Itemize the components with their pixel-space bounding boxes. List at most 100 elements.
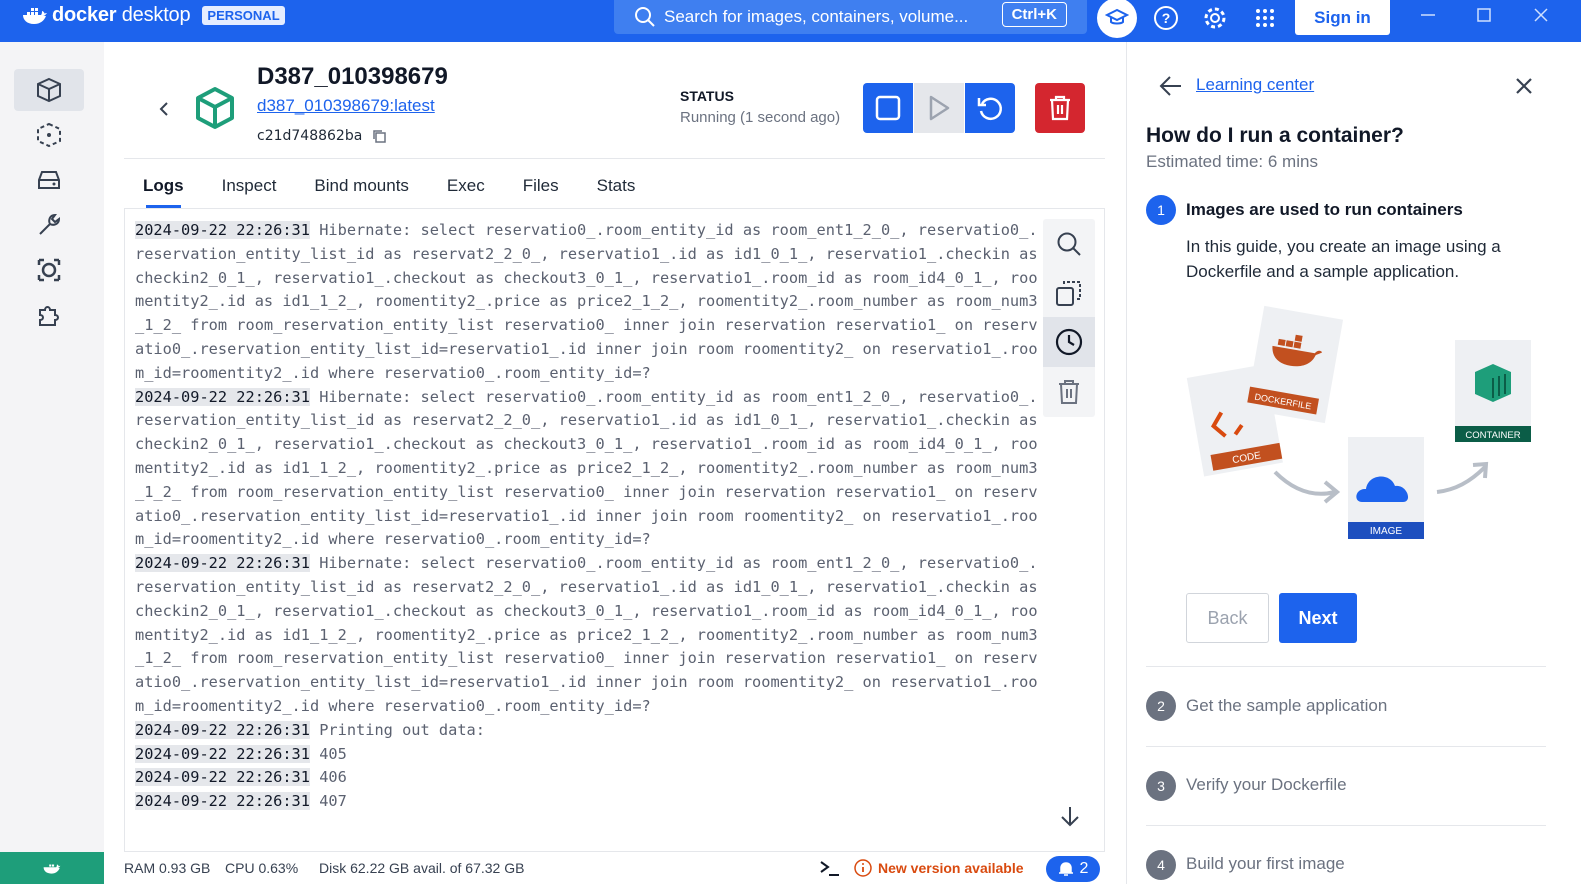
docker-scout-icon xyxy=(37,258,61,282)
copy-icon xyxy=(1056,281,1081,306)
close-icon[interactable] xyxy=(1514,76,1534,96)
log-timestamp: 2024-09-22 22:26:31 xyxy=(135,554,310,573)
status-value: Running (1 second ago) xyxy=(680,109,841,126)
tab-inspect[interactable]: Inspect xyxy=(203,168,296,208)
update-text: New version available xyxy=(878,860,1024,876)
ram-usage: RAM 0.93 GB xyxy=(124,860,211,876)
update-available-link[interactable]: New version available xyxy=(854,859,1024,877)
sidebar xyxy=(0,42,104,884)
tab-files[interactable]: Files xyxy=(504,168,578,208)
step-number: 2 xyxy=(1146,691,1176,721)
sidebar-item-dev-environments[interactable] xyxy=(14,204,84,246)
log-message: 405 xyxy=(309,744,347,763)
logs-panel[interactable]: 2024-09-22 22:26:31 Hibernate: select re… xyxy=(124,208,1105,852)
close-icon xyxy=(1534,8,1548,22)
search-icon xyxy=(635,7,655,27)
log-line: 2024-09-22 22:26:31 405 xyxy=(135,743,1039,767)
step-title[interactable]: Get the sample application xyxy=(1186,696,1387,716)
log-line: 2024-09-22 22:26:31 407 xyxy=(135,790,1039,814)
learning-center-panel: Learning center How do I run a container… xyxy=(1126,42,1581,884)
step-number: 3 xyxy=(1146,771,1176,801)
docker-whale-icon xyxy=(43,864,61,874)
back-button[interactable] xyxy=(150,95,178,123)
tab-exec[interactable]: Exec xyxy=(428,168,504,208)
step-description: In this guide, you create an image using… xyxy=(1186,237,1501,281)
docker-whale-icon xyxy=(23,7,47,24)
minimize-button[interactable] xyxy=(1408,0,1448,30)
sidebar-item-extensions[interactable] xyxy=(14,294,84,336)
status-label: STATUS xyxy=(680,88,734,104)
help-icon: ? xyxy=(1154,6,1178,30)
close-window-button[interactable] xyxy=(1521,0,1561,30)
divider xyxy=(1146,666,1546,667)
log-message: 407 xyxy=(309,792,347,811)
engine-status-indicator[interactable] xyxy=(0,852,104,884)
search-shortcut: Ctrl+K xyxy=(1001,2,1067,27)
docker-desktop-logo: docker desktop PERSONAL xyxy=(22,4,285,27)
sidebar-item-containers[interactable] xyxy=(14,69,84,111)
stop-button[interactable] xyxy=(863,83,913,133)
learning-center-button[interactable] xyxy=(1097,0,1137,38)
trash-icon xyxy=(1059,380,1079,404)
step-title-active: Images are used to run containers xyxy=(1186,200,1463,219)
puzzle-piece-icon xyxy=(39,306,59,326)
minimize-icon xyxy=(1421,14,1435,16)
log-line: 2024-09-22 22:26:31 Printing out data: xyxy=(135,719,1039,743)
step-title[interactable]: Verify your Dockerfile xyxy=(1186,775,1347,795)
delete-button[interactable] xyxy=(1035,83,1085,133)
image-illustration: IMAGE xyxy=(1348,437,1424,539)
plan-badge: PERSONAL xyxy=(202,6,285,25)
tab-logs[interactable]: Logs xyxy=(124,168,203,208)
start-button[interactable] xyxy=(914,83,964,133)
log-message: 406 xyxy=(309,768,347,787)
clear-logs-button[interactable] xyxy=(1043,367,1095,417)
maximize-icon xyxy=(1477,8,1491,22)
step-number: 1 xyxy=(1146,195,1176,225)
scroll-to-bottom-button[interactable] xyxy=(1055,801,1085,831)
cpu-usage: CPU 0.63% xyxy=(225,860,299,876)
step-title[interactable]: Build your first image xyxy=(1186,854,1345,874)
svg-text:?: ? xyxy=(1162,10,1171,26)
search-logs-button[interactable] xyxy=(1043,219,1095,269)
arrow-down-icon xyxy=(1061,807,1079,827)
copy-icon[interactable] xyxy=(372,129,387,143)
graduation-cap-icon xyxy=(1105,8,1129,25)
log-line: 2024-09-22 22:26:31 406 xyxy=(135,766,1039,790)
log-timestamp: 2024-09-22 22:26:31 xyxy=(135,768,310,787)
tab-stats[interactable]: Stats xyxy=(578,168,655,208)
sidebar-item-volumes[interactable] xyxy=(14,159,84,201)
restart-button[interactable] xyxy=(965,83,1015,133)
learning-center-link[interactable]: Learning center xyxy=(1196,75,1314,95)
sign-in-button[interactable]: Sign in xyxy=(1295,0,1390,35)
next-step-button[interactable]: Next xyxy=(1279,593,1357,643)
info-icon xyxy=(854,859,872,877)
terminal-icon[interactable] xyxy=(820,860,840,876)
toggle-timestamps-button[interactable] xyxy=(1043,317,1095,367)
container-name: D387_010398679 xyxy=(257,63,448,90)
container-image-link[interactable]: d387_010398679:latest xyxy=(257,96,435,116)
images-icon xyxy=(37,122,61,148)
gear-icon xyxy=(1204,7,1226,29)
help-button[interactable]: ? xyxy=(1147,0,1185,36)
log-timestamp: 2024-09-22 22:26:31 xyxy=(135,744,310,763)
back-step-button[interactable]: Back xyxy=(1186,593,1269,643)
log-line: 2024-09-22 22:26:31 Hibernate: select re… xyxy=(135,219,1039,386)
search-icon xyxy=(1057,232,1081,256)
sidebar-item-images[interactable] xyxy=(14,114,84,156)
arrow-left-icon[interactable] xyxy=(1159,75,1183,97)
log-message: Hibernate: select reservatio0_.room_enti… xyxy=(135,387,1038,549)
global-search[interactable]: Search for images, containers, volume...… xyxy=(614,0,1087,34)
restart-icon xyxy=(977,97,1002,121)
tab-bind-mounts[interactable]: Bind mounts xyxy=(295,168,428,208)
extensions-grid-button[interactable] xyxy=(1246,0,1284,36)
maximize-button[interactable] xyxy=(1464,0,1504,30)
volumes-icon xyxy=(38,171,60,189)
sidebar-item-docker-scout[interactable] xyxy=(14,249,84,291)
log-line: 2024-09-22 22:26:31 Hibernate: select re… xyxy=(135,386,1039,553)
copy-logs-button[interactable] xyxy=(1043,268,1095,318)
notifications-button[interactable]: 2 xyxy=(1046,856,1100,882)
guide-title: How do I run a container? xyxy=(1146,124,1404,147)
log-timestamp: 2024-09-22 22:26:31 xyxy=(135,387,310,406)
container-tabs: Logs Inspect Bind mounts Exec Files Stat… xyxy=(124,168,654,208)
settings-button[interactable] xyxy=(1196,0,1234,36)
